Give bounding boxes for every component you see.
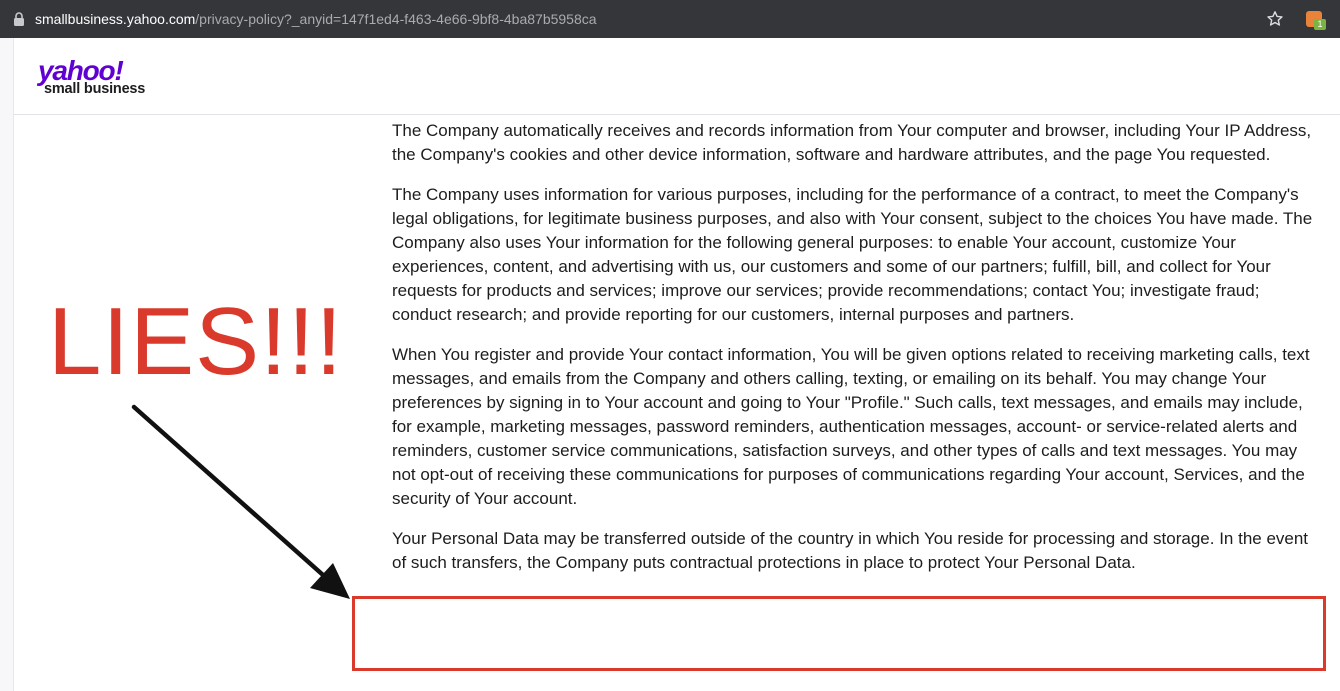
logo-subtitle: small business: [44, 81, 146, 97]
url-host: smallbusiness.yahoo.com: [35, 11, 196, 27]
left-divider: [13, 115, 14, 691]
annotation-lies-text: LIES!!!: [48, 288, 344, 395]
browser-toolbar: smallbusiness.yahoo.com/privacy-policy?_…: [0, 0, 1340, 38]
address-bar[interactable]: smallbusiness.yahoo.com/privacy-policy?_…: [35, 10, 597, 28]
site-header: yahoo! small business: [13, 38, 1340, 115]
page-gutter: [0, 38, 13, 691]
lock-icon[interactable]: [13, 12, 25, 26]
url-path: /privacy-policy?_anyid=147f1ed4-f463-4e6…: [195, 11, 597, 27]
policy-paragraph: The Company uses information for various…: [392, 185, 1313, 324]
policy-paragraph-highlighted: Your Personal Data may be transferred ou…: [392, 529, 1309, 572]
extension-icon[interactable]: 1: [1306, 11, 1326, 30]
privacy-policy-content: The Company automatically receives and r…: [392, 119, 1322, 591]
annotation-arrow-icon: [131, 404, 350, 599]
bookmark-star-icon[interactable]: [1266, 10, 1284, 28]
policy-paragraph: The Company automatically receives and r…: [392, 121, 1312, 164]
yahoo-small-business-logo[interactable]: yahoo! small business: [38, 57, 146, 97]
annotation-highlight-box: [352, 596, 1326, 671]
extension-badge: 1: [1314, 19, 1326, 30]
policy-paragraph: When You register and provide Your conta…: [392, 345, 1310, 508]
